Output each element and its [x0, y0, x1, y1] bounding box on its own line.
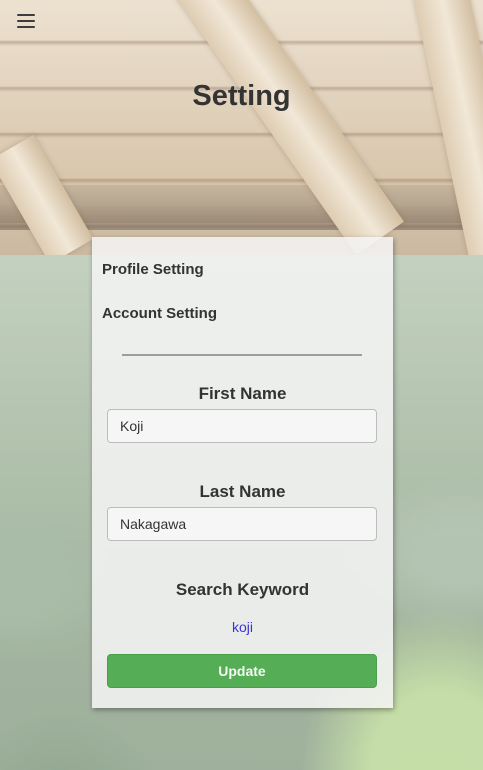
search-keyword-label: Search Keyword [175, 580, 310, 599]
settings-panel: Profile Setting Account Setting First Na… [92, 237, 393, 708]
page-title: Setting [192, 80, 291, 112]
hamburger-menu-icon [17, 14, 35, 28]
first-name-label: First Name [198, 384, 287, 403]
last-name-input[interactable] [107, 507, 377, 541]
nav-item-account-setting[interactable]: Account Setting [102, 305, 217, 322]
first-name-input[interactable] [107, 409, 377, 443]
menu-button[interactable] [12, 10, 40, 32]
search-keyword-link[interactable]: koji [92, 619, 393, 635]
last-name-label: Last Name [199, 482, 286, 501]
divider [122, 354, 362, 356]
nav-item-profile-setting[interactable]: Profile Setting [102, 261, 204, 278]
update-button[interactable]: Update [107, 654, 377, 688]
